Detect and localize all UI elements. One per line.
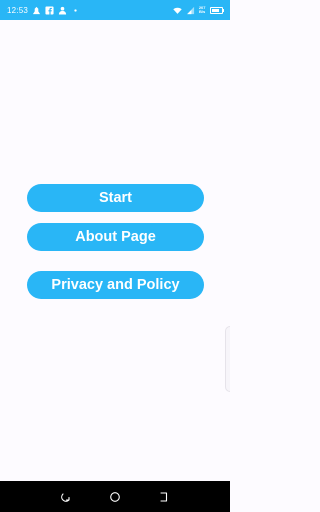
battery-body bbox=[209, 6, 223, 14]
about-page-button[interactable]: About Page bbox=[27, 223, 204, 251]
signal-icon bbox=[186, 6, 195, 15]
start-button[interactable]: Start bbox=[27, 184, 204, 212]
recent-apps-icon[interactable] bbox=[58, 489, 74, 505]
person-icon bbox=[58, 6, 67, 15]
back-icon[interactable] bbox=[156, 489, 172, 505]
net-speed-unit: B/s bbox=[199, 9, 206, 14]
privacy-policy-button[interactable]: Privacy and Policy bbox=[27, 271, 204, 299]
status-bar: 12:53 207 B/s bbox=[0, 0, 230, 20]
status-right: 207 B/s bbox=[173, 6, 224, 15]
facebook-icon bbox=[45, 5, 54, 15]
notification-icon bbox=[32, 6, 41, 15]
navigation-bar bbox=[0, 481, 230, 512]
status-left: 12:53 bbox=[7, 6, 80, 15]
battery-tip bbox=[223, 8, 224, 12]
status-time: 12:53 bbox=[7, 5, 29, 15]
more-dots-icon bbox=[71, 6, 80, 15]
edge-panel-handle[interactable] bbox=[225, 326, 230, 392]
home-icon[interactable] bbox=[107, 489, 123, 505]
wifi-icon bbox=[173, 6, 182, 15]
battery-icon bbox=[209, 6, 224, 14]
net-speed: 207 B/s bbox=[199, 6, 206, 14]
battery-fill bbox=[211, 8, 220, 12]
